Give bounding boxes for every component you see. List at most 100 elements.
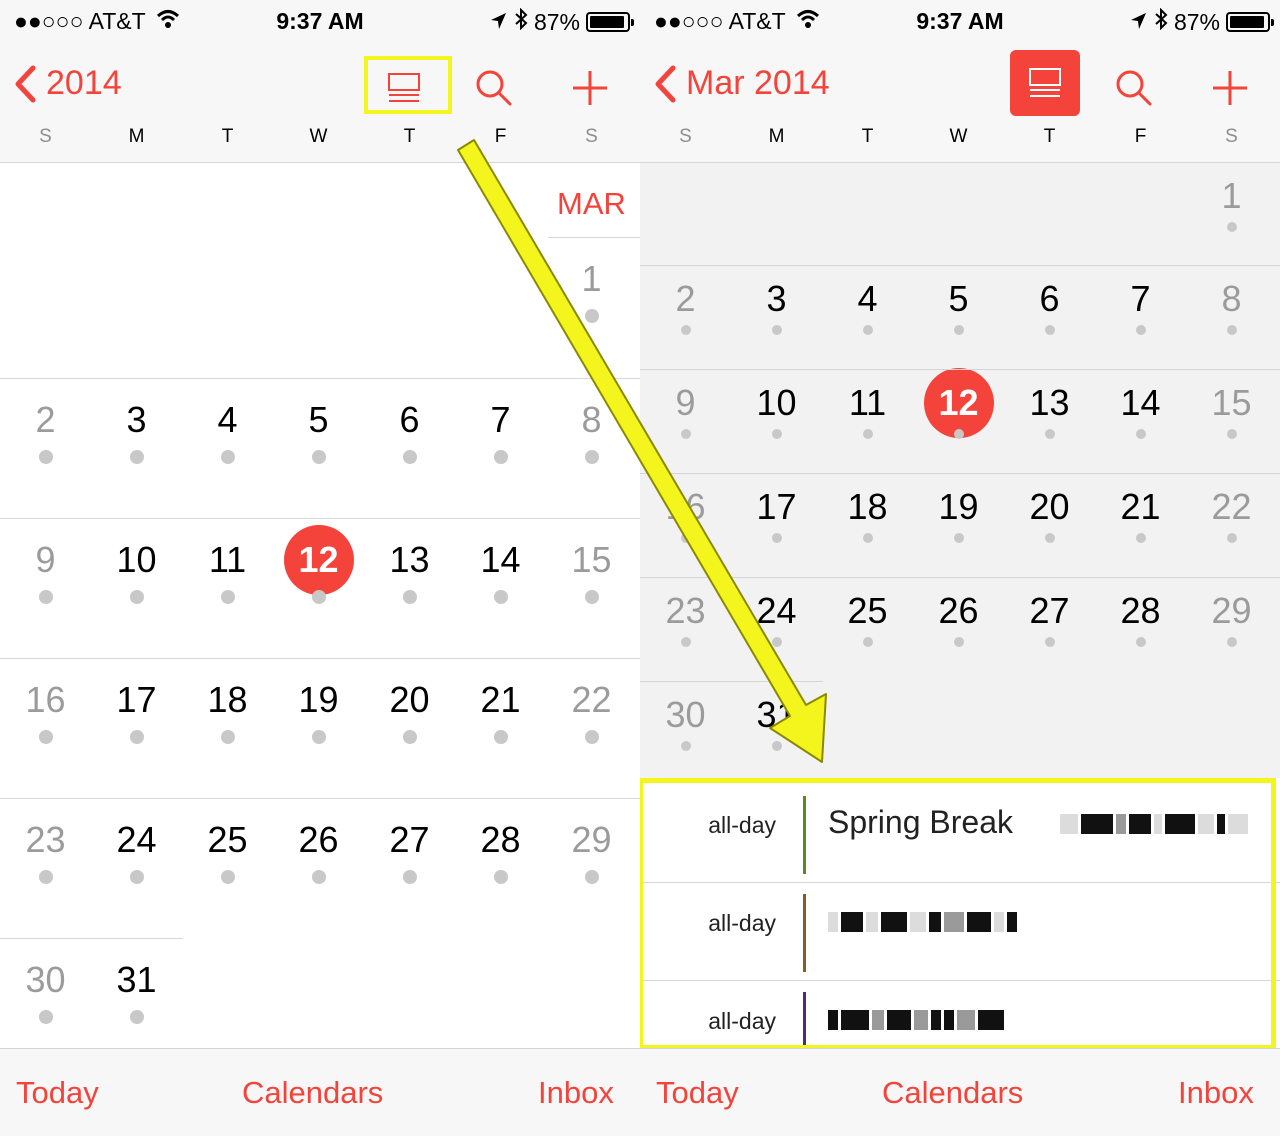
day-cell[interactable]: 14 — [455, 540, 546, 604]
day-number: 24 — [756, 590, 797, 631]
day-number: 13 — [1029, 382, 1070, 423]
day-cell[interactable]: 25 — [822, 591, 913, 647]
day-cell[interactable]: 27 — [1004, 591, 1095, 647]
day-cell[interactable]: 7 — [455, 400, 546, 464]
day-cell[interactable]: 26 — [273, 820, 364, 884]
day-cell[interactable]: 10 — [91, 540, 182, 604]
event-dot — [862, 429, 873, 439]
day-cell[interactable]: 3 — [91, 400, 182, 464]
day-number: 3 — [766, 278, 787, 319]
day-cell[interactable]: 15 — [546, 540, 637, 604]
day-cell[interactable]: 12 — [913, 368, 1004, 439]
day-cell[interactable]: 28 — [455, 820, 546, 884]
day-cell[interactable]: 21 — [1095, 487, 1186, 543]
day-cell[interactable]: 8 — [1186, 279, 1277, 335]
day-cell[interactable]: 5 — [273, 400, 364, 464]
day-cell[interactable]: 3 — [731, 279, 822, 335]
day-cell[interactable]: 16 — [0, 680, 91, 744]
day-cell[interactable]: 25 — [182, 820, 273, 884]
day-cell[interactable]: 24 — [91, 820, 182, 884]
day-cell[interactable]: 5 — [913, 279, 1004, 335]
divider — [0, 798, 640, 799]
day-cell[interactable]: 31 — [91, 960, 182, 1024]
back-label: Mar 2014 — [686, 64, 830, 102]
day-cell[interactable]: 11 — [182, 540, 273, 604]
day-cell[interactable]: 31 — [731, 695, 822, 751]
day-cell[interactable]: 16 — [640, 487, 731, 543]
event-dot — [220, 870, 235, 884]
day-cell[interactable]: 10 — [731, 383, 822, 439]
day-cell[interactable]: 29 — [546, 820, 637, 884]
day-cell[interactable]: 22 — [546, 680, 637, 744]
back-month-button[interactable]: Mar 2014 — [654, 64, 830, 103]
day-cell[interactable]: 15 — [1186, 383, 1277, 439]
day-cell[interactable]: 1 — [546, 259, 637, 323]
day-cell[interactable]: 19 — [913, 487, 1004, 543]
day-cell[interactable]: 23 — [640, 591, 731, 647]
day-cell[interactable]: 13 — [1004, 383, 1095, 439]
day-cell[interactable]: 2 — [0, 400, 91, 464]
tab-bar: Today Calendars Inbox — [0, 1048, 640, 1136]
day-cell[interactable]: 19 — [273, 680, 364, 744]
day-cell[interactable]: 2 — [640, 279, 731, 335]
day-cell[interactable]: 22 — [1186, 487, 1277, 543]
day-cell[interactable]: 8 — [546, 400, 637, 464]
search-button[interactable] — [1102, 56, 1166, 120]
tab-inbox[interactable]: Inbox — [538, 1075, 614, 1111]
day-cell[interactable]: 6 — [364, 400, 455, 464]
day-cell[interactable]: 23 — [0, 820, 91, 884]
day-cell[interactable]: 20 — [1004, 487, 1095, 543]
tab-calendars[interactable]: Calendars — [242, 1075, 383, 1111]
tab-today[interactable]: Today — [656, 1075, 739, 1111]
day-cell[interactable]: 12 — [273, 525, 364, 604]
event-dot — [584, 730, 599, 744]
day-cell[interactable]: 29 — [1186, 591, 1277, 647]
day-cell[interactable]: 21 — [455, 680, 546, 744]
divider — [640, 473, 1280, 474]
event-row[interactable]: all-day — [640, 884, 1280, 982]
day-cell[interactable]: 20 — [364, 680, 455, 744]
day-cell[interactable]: 17 — [731, 487, 822, 543]
event-dot — [680, 533, 691, 543]
day-number: 10 — [756, 382, 797, 423]
search-icon — [476, 70, 512, 106]
day-cell[interactable]: 26 — [913, 591, 1004, 647]
day-cell[interactable]: 27 — [364, 820, 455, 884]
list-view-button[interactable] — [372, 56, 436, 120]
day-cell[interactable]: 1 — [1186, 176, 1277, 232]
tab-today[interactable]: Today — [16, 1075, 99, 1111]
event-dot — [129, 870, 144, 884]
back-year-button[interactable]: 2014 — [14, 64, 122, 103]
add-event-button[interactable] — [1198, 56, 1262, 120]
day-number: 1 — [1221, 175, 1242, 216]
day-cell[interactable]: 14 — [1095, 383, 1186, 439]
day-number: 17 — [116, 679, 157, 720]
day-cell[interactable]: 28 — [1095, 591, 1186, 647]
day-cell[interactable]: 11 — [822, 383, 913, 439]
day-cell[interactable]: 6 — [1004, 279, 1095, 335]
day-cell[interactable]: 18 — [182, 680, 273, 744]
day-cell[interactable]: 30 — [0, 960, 91, 1024]
day-cell[interactable]: 13 — [364, 540, 455, 604]
search-button[interactable] — [462, 56, 526, 120]
day-cell[interactable]: 24 — [731, 591, 822, 647]
list-view-button-active[interactable] — [1010, 50, 1080, 116]
day-cell[interactable]: 9 — [640, 383, 731, 439]
event-row[interactable]: all-day Spring Break — [640, 786, 1280, 884]
day-cell[interactable]: 30 — [640, 695, 731, 751]
day-cell[interactable]: 9 — [0, 540, 91, 604]
day-cell[interactable]: 4 — [822, 279, 913, 335]
divider — [640, 882, 1280, 883]
day-cell[interactable]: 18 — [822, 487, 913, 543]
add-event-button[interactable] — [558, 56, 622, 120]
day-number: 26 — [938, 590, 979, 631]
tab-calendars[interactable]: Calendars — [882, 1075, 1023, 1111]
tab-inbox[interactable]: Inbox — [1178, 1075, 1254, 1111]
day-cell[interactable]: 7 — [1095, 279, 1186, 335]
location-icon — [490, 9, 508, 36]
day-cell[interactable]: 17 — [91, 680, 182, 744]
weekday-label: S — [39, 126, 52, 147]
nav-bar: 2014 — [0, 50, 640, 120]
day-cell[interactable]: 4 — [182, 400, 273, 464]
day-number: 27 — [389, 819, 430, 860]
